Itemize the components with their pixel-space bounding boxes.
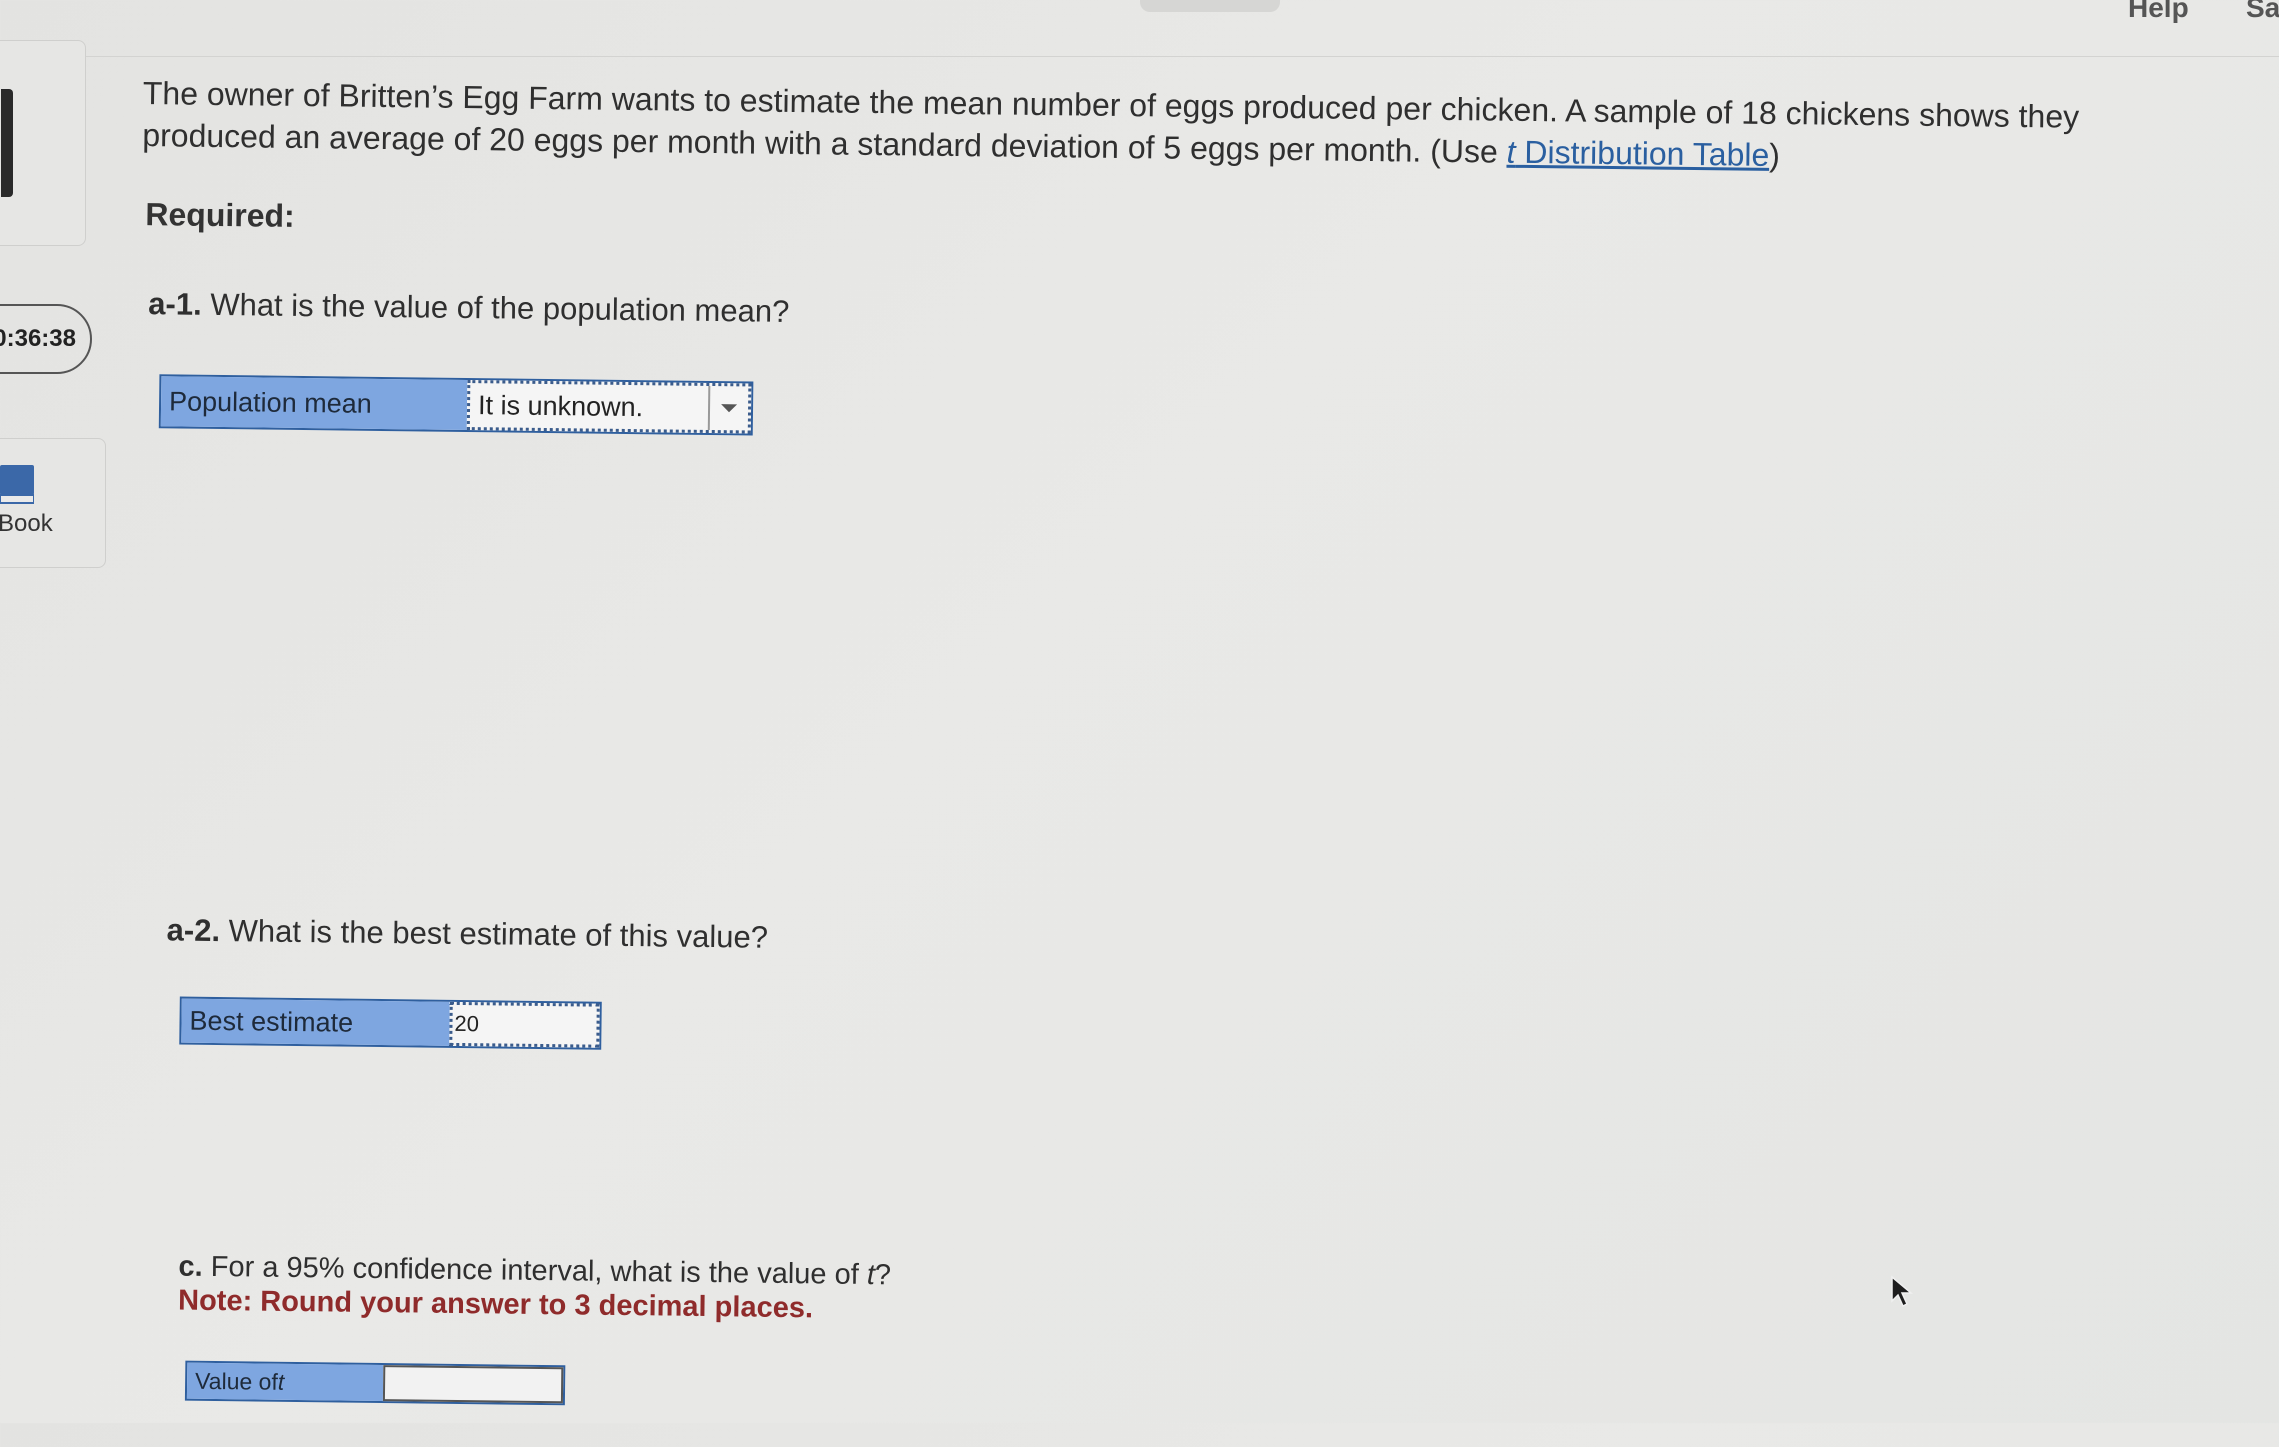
best-estimate-input[interactable]: 20 bbox=[449, 1001, 600, 1048]
save-link[interactable]: Sa bbox=[2246, 0, 2279, 24]
top-tab-handle[interactable] bbox=[1140, 0, 1280, 12]
question-a2: a-2. What is the best estimate of this v… bbox=[166, 912, 768, 955]
problem-text: The owner of Britten’s Egg Farm wants to… bbox=[142, 75, 2080, 170]
timer: 0:36:38 bbox=[0, 304, 92, 374]
timer-value: 0:36:38 bbox=[0, 325, 76, 352]
value-of-t-label: Value of t bbox=[186, 1362, 384, 1402]
help-link[interactable]: Help bbox=[2128, 0, 2189, 24]
mouse-cursor-icon bbox=[1891, 1275, 1914, 1308]
required-heading: Required: bbox=[145, 196, 295, 234]
chevron-down-icon[interactable] bbox=[707, 385, 749, 431]
book-label: Book bbox=[0, 510, 53, 537]
problem-statement: The owner of Britten’s Egg Farm wants to… bbox=[142, 72, 2133, 180]
question-c-number: c. bbox=[178, 1250, 203, 1283]
question-a2-number: a-2. bbox=[166, 912, 221, 949]
question-c-text: For a 95% confidence interval, what is t… bbox=[202, 1250, 868, 1291]
current-question-marker bbox=[1, 89, 13, 197]
problem-close-paren: ) bbox=[1769, 136, 1781, 174]
t-distribution-table-link[interactable]: t Distribution Table bbox=[1506, 134, 1769, 173]
best-estimate-label: Best estimate bbox=[181, 998, 450, 1046]
question-content: The owner of Britten’s Egg Farm wants to… bbox=[123, 0, 2140, 1447]
rounding-note: Note: Round your answer to 3 decimal pla… bbox=[177, 1284, 814, 1325]
question-a1-text: What is the value of the population mean… bbox=[201, 286, 790, 329]
population-mean-selected: It is unknown. bbox=[477, 389, 644, 422]
population-mean-label: Population mean bbox=[160, 376, 468, 431]
question-a1: a-1. What is the value of the population… bbox=[148, 286, 789, 330]
question-a1-number: a-1. bbox=[148, 286, 202, 322]
population-mean-select[interactable]: It is unknown. bbox=[466, 380, 752, 434]
value-of-t-input[interactable] bbox=[382, 1365, 564, 1404]
answer-row-a2: Best estimate 20 bbox=[179, 996, 602, 1050]
question-c-end: ? bbox=[874, 1259, 892, 1292]
question-nav-card[interactable] bbox=[0, 40, 86, 246]
book-icon bbox=[0, 465, 34, 504]
question-a2-text: What is the best estimate of this value? bbox=[219, 913, 769, 955]
answer-row-a1: Population mean It is unknown. bbox=[158, 374, 754, 436]
answer-row-c: Value of t bbox=[184, 1360, 566, 1406]
